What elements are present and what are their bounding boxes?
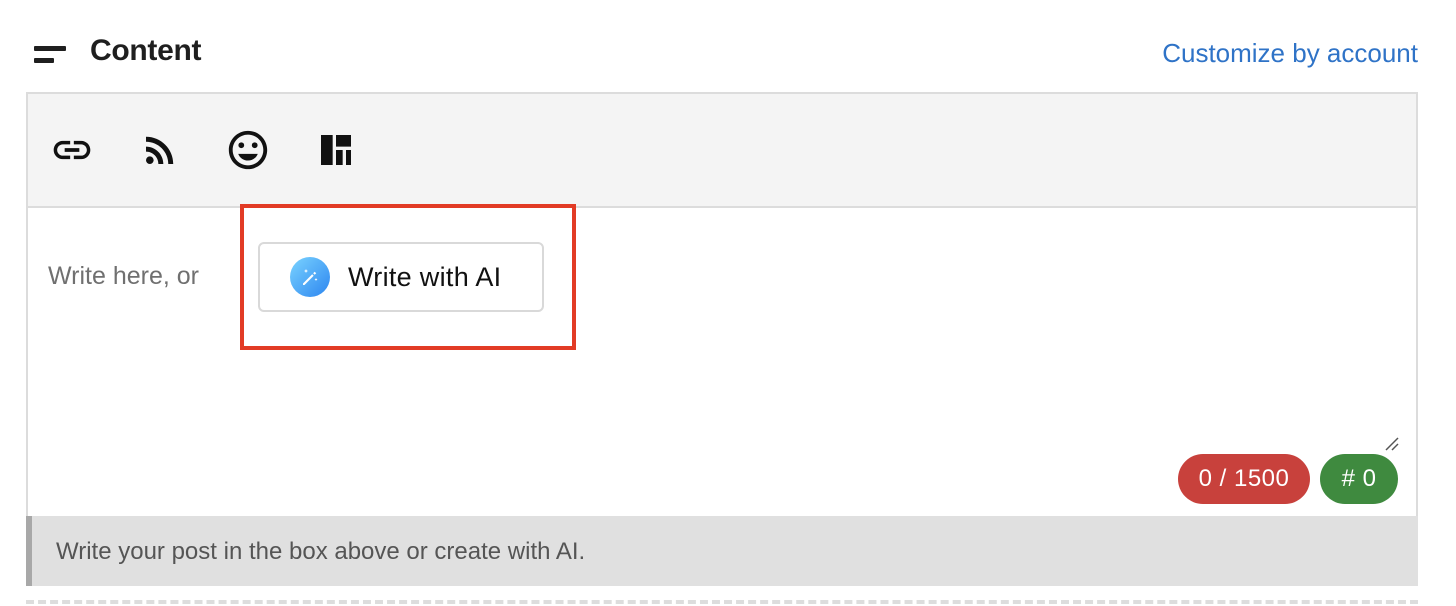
section-title: Content [90,34,202,67]
write-with-ai-label: Write with AI [348,261,502,292]
content-section: Content Customize by account Write here,… [0,0,1456,606]
emoji-icon [228,130,268,170]
magic-pen-icon [290,257,330,297]
link-icon [53,140,91,160]
editor-toolbar [28,94,1416,208]
emoji-button[interactable] [220,122,276,178]
hint-text: Write your post in the box above or crea… [56,538,586,565]
post-text-area[interactable]: Write here, or Write with AI 0 / 1500 # … [28,204,1416,516]
layout-button[interactable] [308,122,364,178]
drag-handle-icon[interactable] [32,46,68,64]
hashtag-count-badge: # 0 [1320,454,1398,504]
write-with-ai-button[interactable]: Write with AI [258,242,544,312]
insert-link-button[interactable] [44,122,100,178]
hint-bar: Write your post in the box above or crea… [26,516,1418,586]
editor-placeholder: Write here, or [48,262,199,290]
section-divider [26,600,1418,604]
rss-feed-button[interactable] [132,122,188,178]
section-header: Content Customize by account [0,0,1456,92]
customize-by-account-link[interactable]: Customize by account [1162,38,1418,69]
layout-grid-icon [321,135,351,165]
resize-handle[interactable] [1384,436,1400,452]
rss-feed-icon [146,136,174,164]
character-count-badge: 0 / 1500 [1178,454,1310,504]
post-editor: Write here, or Write with AI 0 / 1500 # … [26,92,1418,516]
